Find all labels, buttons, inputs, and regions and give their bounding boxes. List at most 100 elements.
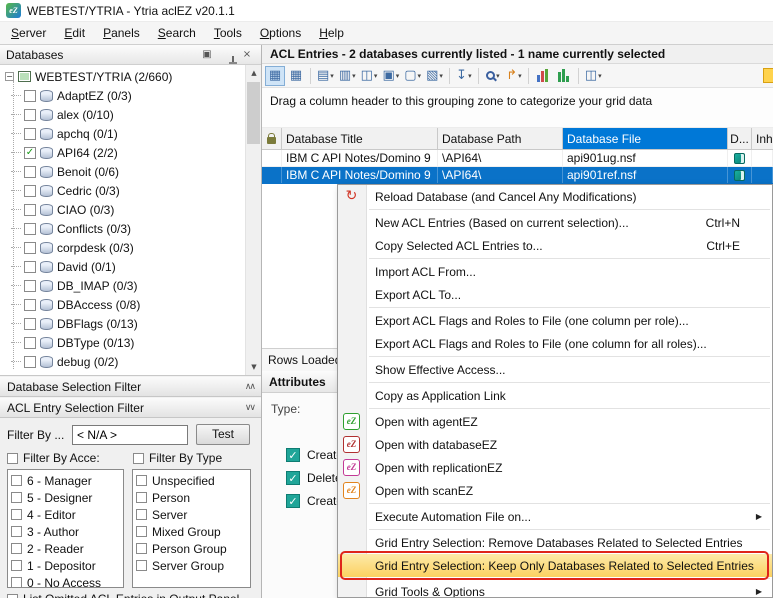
tree-item-dbaccess[interactable]: DBAccess (0/8)	[3, 295, 244, 314]
filter-by-access-checkbox[interactable]: Filter By Acce:	[7, 451, 100, 465]
menu-item-export-flags-per-role[interactable]: Export ACL Flags and Roles to File (one …	[338, 309, 772, 332]
checkbox[interactable]	[136, 543, 147, 554]
checkbox[interactable]	[24, 128, 36, 140]
list-item[interactable]: Server	[136, 506, 247, 523]
checkbox[interactable]	[24, 185, 36, 197]
checkbox[interactable]	[24, 356, 36, 368]
menu-item-grid-tools-options[interactable]: Grid Tools & Options ▶	[338, 580, 772, 598]
tree-item-conflicts[interactable]: Conflicts (0/3)	[3, 219, 244, 238]
test-button[interactable]: Test	[196, 424, 250, 445]
copy-options-icon[interactable]: ▧▾	[424, 66, 445, 86]
checkbox-checked[interactable]: ✓	[286, 471, 300, 485]
menu-item-import-acl[interactable]: Import ACL From...	[338, 260, 772, 283]
grid-row[interactable]: IBM C API Notes/Domino 9 \API64\ api901u…	[262, 150, 773, 167]
menu-item-export-flags-all-roles[interactable]: Export ACL Flags and Roles to File (one …	[338, 332, 772, 355]
tree-item-corpdesk[interactable]: corpdesk (0/3)	[3, 238, 244, 257]
menu-item-copy-as-application-link[interactable]: Copy as Application Link	[338, 384, 772, 407]
acl-entry-selection-filter-header[interactable]: ACL Entry Selection Filter ∨∨	[0, 397, 261, 418]
filter-value-input[interactable]	[72, 425, 188, 445]
tree-root[interactable]: − WEBTEST/YTRIA (2/660)	[3, 67, 244, 86]
checkbox[interactable]	[136, 526, 147, 537]
scroll-down-icon[interactable]: ▼	[246, 359, 261, 375]
grid-row-selected[interactable]: IBM C API Notes/Domino 9 \API64\ api901r…	[262, 167, 773, 184]
menu-item-show-effective-access[interactable]: Show Effective Access...	[338, 358, 772, 381]
menu-item-open-with-replicationez[interactable]: eZ Open with replicationEZ	[338, 456, 772, 479]
checkbox-checked[interactable]: ✓	[286, 448, 300, 462]
checkbox[interactable]	[24, 204, 36, 216]
close-panel-icon[interactable]: ×	[239, 47, 255, 63]
tree-item-dbtype[interactable]: DBType (0/13)	[3, 333, 244, 352]
selection-options-icon[interactable]: ▢▾	[402, 66, 423, 86]
chart-icon[interactable]	[533, 66, 553, 86]
list-item[interactable]: 1 - Depositor	[11, 557, 120, 574]
tree-item-db-imap[interactable]: DB_IMAP (0/3)	[3, 276, 244, 295]
access-level-list[interactable]: 6 - Manager 5 - Designer 4 - Editor 3 - …	[7, 469, 124, 588]
checkbox[interactable]	[133, 453, 144, 464]
menu-options[interactable]: Options	[251, 23, 310, 43]
menu-server[interactable]: Server	[2, 23, 55, 43]
menu-item-grid-entry-selection-keep[interactable]: Grid Entry Selection: Keep Only Database…	[338, 554, 772, 577]
tree-item-adaptez[interactable]: AdaptEZ (0/3)	[3, 86, 244, 105]
grid-properties-icon[interactable]: ▦	[286, 66, 306, 86]
column-manager-icon[interactable]: ◫▾	[359, 66, 380, 86]
tree-scrollbar[interactable]: ▲ ▼	[245, 65, 261, 375]
lock-column-header[interactable]	[262, 128, 282, 149]
checkbox-checked[interactable]: ✓	[24, 147, 36, 159]
checkbox[interactable]	[24, 299, 36, 311]
checkbox[interactable]	[24, 109, 36, 121]
collapse-chevron-icon[interactable]: ∧∧	[245, 382, 254, 392]
menu-search[interactable]: Search	[149, 23, 205, 43]
checkbox[interactable]	[11, 475, 22, 486]
checkbox[interactable]	[11, 526, 22, 537]
grouping-zone[interactable]: Drag a column header to this grouping zo…	[262, 88, 773, 128]
list-item[interactable]: 2 - Reader	[11, 540, 120, 557]
checkbox[interactable]	[11, 509, 22, 520]
column-header-database-file[interactable]: Database File	[563, 128, 728, 149]
dock-icon[interactable]: ▣	[199, 47, 215, 63]
form-view-icon[interactable]: ▣▾	[380, 66, 401, 86]
tree-item-apchq[interactable]: apchq (0/1)	[3, 124, 244, 143]
statistics-icon[interactable]	[554, 66, 574, 86]
checkbox[interactable]	[11, 577, 22, 588]
export-rows-icon[interactable]: ↧▾	[454, 66, 474, 86]
menu-item-export-acl[interactable]: Export ACL To...	[338, 283, 772, 306]
menu-item-new-acl-entries[interactable]: New ACL Entries (Based on current select…	[338, 211, 772, 234]
column-header-d[interactable]: D...	[728, 128, 752, 149]
checkbox[interactable]	[24, 90, 36, 102]
tree-item-ciao[interactable]: CIAO (0/3)	[3, 200, 244, 219]
tree-item-david[interactable]: David (0/1)	[3, 257, 244, 276]
tree-item-benoit[interactable]: Benoit (0/6)	[3, 162, 244, 181]
checkbox[interactable]	[24, 166, 36, 178]
scrollbar-thumb[interactable]	[247, 82, 260, 144]
tree-item-api64[interactable]: ✓ API64 (2/2)	[3, 143, 244, 162]
list-item[interactable]: 4 - Editor	[11, 506, 120, 523]
view-options-icon[interactable]: ▤▾	[315, 66, 336, 86]
menu-help[interactable]: Help	[310, 23, 353, 43]
list-item[interactable]: Server Group	[136, 557, 247, 574]
clipped-toolbar-icon[interactable]	[763, 68, 773, 83]
column-header-database-title[interactable]: Database Title	[282, 128, 438, 149]
list-item[interactable]: Mixed Group	[136, 523, 247, 540]
menu-edit[interactable]: Edit	[55, 23, 94, 43]
checkbox[interactable]	[24, 337, 36, 349]
checkbox[interactable]	[11, 560, 22, 571]
search-icon[interactable]: ▾	[483, 66, 503, 86]
send-to-icon[interactable]: ↱▾	[504, 66, 524, 86]
menu-item-reload-database[interactable]: ↻ Reload Database (and Cancel Any Modifi…	[338, 185, 772, 208]
checkbox[interactable]	[24, 223, 36, 235]
checkbox[interactable]	[136, 560, 147, 571]
checkbox[interactable]	[136, 509, 147, 520]
checkbox[interactable]	[24, 242, 36, 254]
tree-item-debug[interactable]: debug (0/2)	[3, 352, 244, 371]
tree-collapse-icon[interactable]: −	[5, 72, 14, 81]
grid-view-icon[interactable]: ▦	[265, 66, 285, 86]
list-item[interactable]: 6 - Manager	[11, 472, 120, 489]
menu-item-open-with-databaseez[interactable]: eZ Open with databaseEZ	[338, 433, 772, 456]
list-item[interactable]: 3 - Author	[11, 523, 120, 540]
column-header-inherit[interactable]: Inh	[752, 128, 773, 149]
database-selection-filter-header[interactable]: Database Selection Filter ∧∧	[0, 376, 261, 397]
list-item[interactable]: Person	[136, 489, 247, 506]
menu-item-open-with-scanez[interactable]: eZ Open with scanEZ	[338, 479, 772, 502]
menu-item-open-with-agentez[interactable]: eZ Open with agentEZ	[338, 410, 772, 433]
checkbox[interactable]	[7, 453, 18, 464]
